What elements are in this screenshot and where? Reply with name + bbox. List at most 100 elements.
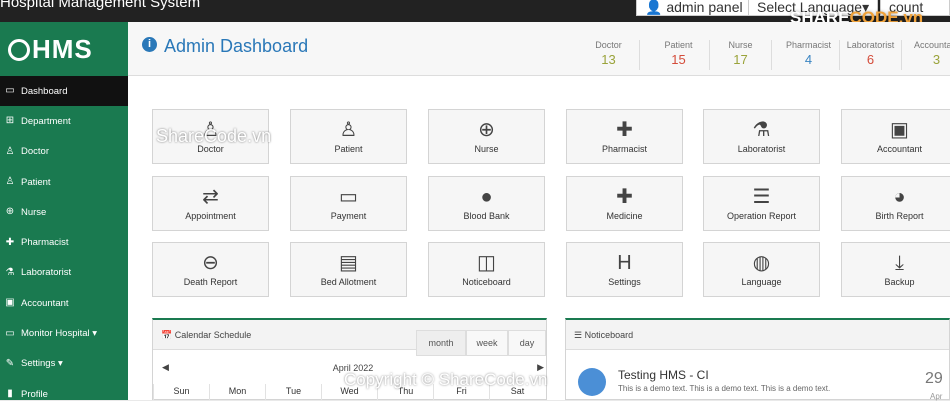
stat-pharmacist[interactable]: Pharmacist 4 bbox=[778, 40, 840, 70]
hms-logo[interactable]: HMS bbox=[0, 22, 128, 76]
medkit-icon: ✚ bbox=[616, 119, 633, 141]
tile-label: Patient bbox=[334, 144, 363, 154]
stat-value: 15 bbox=[671, 52, 686, 67]
stat-value: 6 bbox=[866, 52, 875, 67]
sidebar-item-label: Pharmacist bbox=[21, 237, 69, 249]
sidebar-item-label: Laboratorist bbox=[21, 267, 72, 279]
sitemap-icon: ⊞ bbox=[5, 115, 15, 127]
stat-value: 13 bbox=[601, 52, 616, 67]
view-tab-week[interactable]: week bbox=[466, 330, 508, 356]
stat-value: 4 bbox=[804, 52, 813, 67]
sidebar-item-settings[interactable]: ✎ Settings ▾ bbox=[0, 349, 128, 379]
tile-label: Blood Bank bbox=[463, 211, 510, 221]
tile-label: Medicine bbox=[606, 211, 643, 221]
sidebar-item-label: Monitor Hospital ▾ bbox=[21, 328, 98, 340]
tile-payment[interactable]: ▭ Payment bbox=[290, 176, 407, 231]
tile-label: Payment bbox=[330, 211, 367, 221]
stat-nurse[interactable]: Nurse 17 bbox=[710, 40, 772, 70]
stat-value: 3 bbox=[932, 52, 941, 67]
tile-blood-bank[interactable]: ● Blood Bank bbox=[428, 176, 545, 231]
tile-operation-report[interactable]: ☰ Operation Report bbox=[703, 176, 820, 231]
tile-label: Pharmacist bbox=[601, 144, 647, 154]
sidebar-item-patient[interactable]: ♙ Patient bbox=[0, 167, 128, 197]
user-md-icon: ♙ bbox=[5, 145, 15, 157]
stat-accountant[interactable]: Accountant 3 bbox=[906, 40, 950, 70]
globe-icon: ◍ bbox=[752, 252, 771, 274]
tile-nurse[interactable]: ⊕ Nurse bbox=[428, 109, 545, 164]
calendar-title: Calendar Schedule bbox=[174, 330, 252, 340]
sidebar-item-profile[interactable]: ▮ Profile bbox=[0, 379, 128, 400]
drop-icon: ● bbox=[480, 186, 493, 208]
tile-label: Laboratorist bbox=[737, 144, 786, 154]
stat-label: Pharmacist bbox=[785, 40, 831, 50]
sidebar-item-nurse[interactable]: ⊕ Nurse bbox=[0, 197, 128, 227]
tile-medicine[interactable]: ✚ Medicine bbox=[566, 176, 683, 231]
h-square-icon: H bbox=[617, 252, 632, 274]
tile-pharmacist[interactable]: ✚ Pharmacist bbox=[566, 109, 683, 164]
sidebar-item-label: Doctor bbox=[21, 146, 49, 158]
stat-label: Accountant bbox=[913, 40, 950, 50]
tile-accountant[interactable]: ▣ Accountant bbox=[841, 109, 950, 164]
tile-birth-report[interactable]: ◕ Birth Report bbox=[841, 176, 950, 231]
admin-panel-label: admin panel bbox=[666, 0, 743, 15]
tile-appointment[interactable]: ⇄ Appointment bbox=[152, 176, 269, 231]
tile-bed-allotment[interactable]: ▤ Bed Allotment bbox=[290, 242, 407, 297]
wrench-icon: ✎ bbox=[5, 357, 15, 369]
stat-patient[interactable]: Patient 15 bbox=[648, 40, 710, 70]
info-icon: i bbox=[142, 37, 157, 52]
monitor-icon: ▭ bbox=[5, 85, 15, 97]
notice-avatar bbox=[578, 368, 606, 396]
tile-label: Backup bbox=[884, 277, 915, 287]
sidebar-item-department[interactable]: ⊞ Department bbox=[0, 106, 128, 136]
sidebar-item-dashboard[interactable]: ▭ Dashboard bbox=[0, 76, 128, 107]
credit-card-icon: ▭ bbox=[339, 186, 358, 208]
tile-label: Accountant bbox=[876, 144, 923, 154]
plus-square-icon: ⊕ bbox=[478, 119, 495, 141]
copyright-watermark: Copyright © ShareCode.vn bbox=[344, 370, 548, 389]
money-icon: ▣ bbox=[890, 119, 909, 141]
exchange-icon: ⇄ bbox=[202, 186, 219, 208]
notice-text: This is a demo text. This is a demo text… bbox=[618, 384, 831, 393]
download-icon: ⤓ bbox=[895, 252, 904, 274]
tile-laboratorist[interactable]: ⚗ Laboratorist bbox=[703, 109, 820, 164]
tile-label: Settings bbox=[608, 277, 641, 287]
page-title: Admin Dashboard bbox=[164, 36, 309, 56]
stat-value: 17 bbox=[733, 52, 748, 67]
sidebar-item-accountant[interactable]: ▣ Accountant bbox=[0, 288, 128, 318]
view-tab-day[interactable]: day bbox=[508, 330, 546, 356]
sidebar-item-doctor[interactable]: ♙ Doctor bbox=[0, 137, 128, 167]
sidebar-item-monitor-hospital[interactable]: ▭ Monitor Hospital ▾ bbox=[0, 318, 128, 348]
tile-language[interactable]: ◍ Language bbox=[703, 242, 820, 297]
stat-label: Patient bbox=[664, 40, 693, 50]
stat-doctor[interactable]: Doctor 13 bbox=[578, 40, 640, 70]
tile-label: Noticeboard bbox=[462, 277, 511, 287]
sidebar-item-label: Accountant bbox=[21, 297, 69, 309]
sidebar-item-label: Profile bbox=[21, 388, 48, 400]
sidebar-item-laboratorist[interactable]: ⚗ Laboratorist bbox=[0, 258, 128, 288]
stat-label: Nurse bbox=[728, 40, 753, 50]
sidebar-item-pharmacist[interactable]: ✚ Pharmacist bbox=[0, 227, 128, 257]
header: i Admin Dashboard Doctor 13 Patient 15 Nurse… bbox=[128, 22, 950, 76]
bars-icon: ☰ bbox=[752, 186, 771, 208]
tile-noticeboard[interactable]: ◫ Noticeboard bbox=[428, 242, 545, 297]
admin-panel-button[interactable]: 👤 admin panel bbox=[636, 0, 752, 16]
lock-icon: ▮ bbox=[7, 388, 13, 400]
calendar-day-header: Sun bbox=[153, 384, 209, 400]
tile-settings[interactable]: H Settings bbox=[566, 242, 683, 297]
sidebar-item-label: Patient bbox=[21, 176, 51, 188]
hdd-icon: ▤ bbox=[339, 252, 358, 274]
flask-icon: ⚗ bbox=[752, 119, 771, 141]
tile-patient[interactable]: ♙ Patient bbox=[290, 109, 407, 164]
medkit-icon: ✚ bbox=[5, 236, 15, 248]
medkit-icon: ✚ bbox=[616, 186, 633, 208]
notice-title[interactable]: Testing HMS - CI bbox=[618, 368, 709, 382]
tile-label: Operation Report bbox=[726, 211, 797, 221]
stat-laboratorist[interactable]: Laboratorist 6 bbox=[840, 40, 902, 70]
view-tab-month[interactable]: month bbox=[416, 330, 466, 356]
stat-label: Doctor bbox=[595, 40, 622, 50]
stat-label: Laboratorist bbox=[846, 40, 895, 50]
tile-death-report[interactable]: ⊖ Death Report bbox=[152, 242, 269, 297]
tile-backup[interactable]: ⤓ Backup bbox=[841, 242, 950, 297]
tile-label: Language bbox=[741, 277, 782, 287]
github-icon: ◕ bbox=[893, 186, 906, 208]
